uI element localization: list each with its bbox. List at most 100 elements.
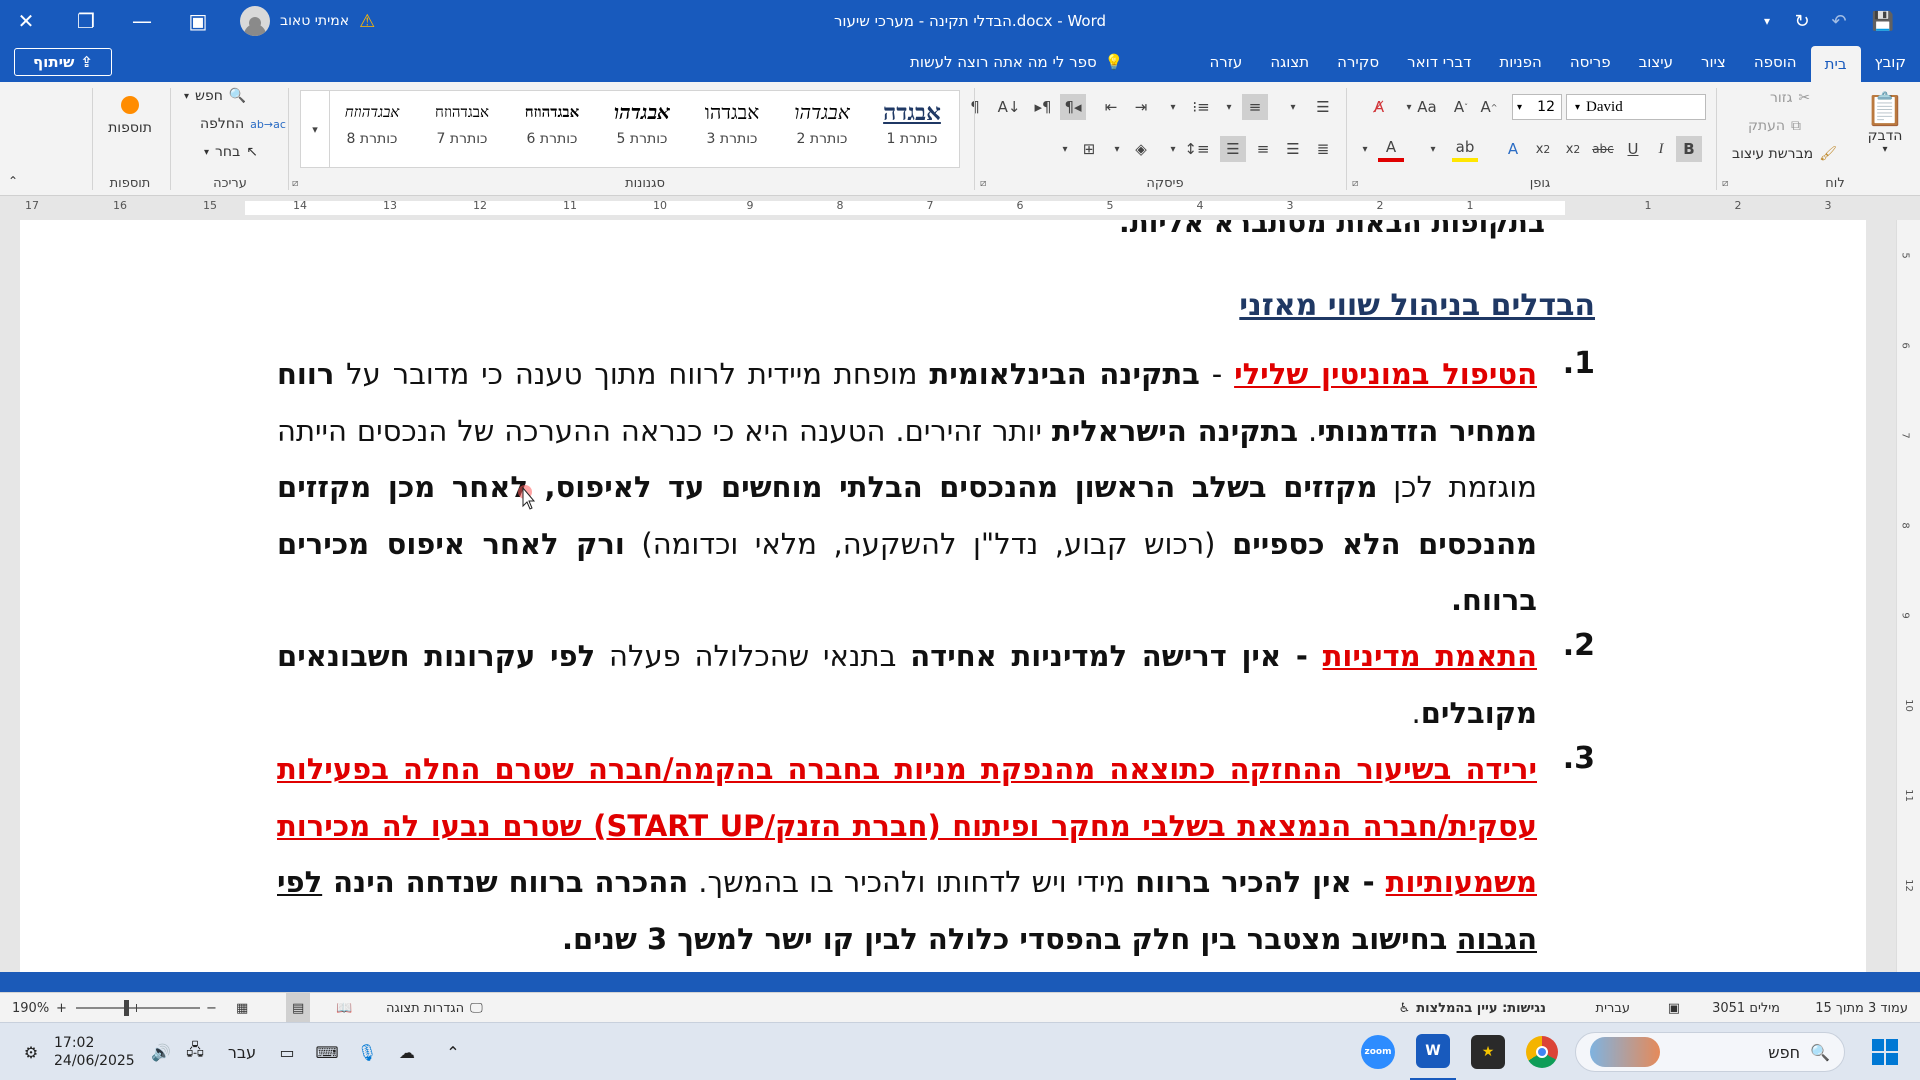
restore-icon[interactable]: ❐	[60, 0, 112, 42]
chevron-down-icon[interactable]: ▾	[1216, 94, 1242, 120]
borders-icon[interactable]: ⊞	[1076, 136, 1102, 162]
save-icon[interactable]: 💾	[1866, 0, 1900, 42]
align-justify-icon[interactable]: ≣	[1310, 136, 1336, 162]
minimize-icon[interactable]: —	[116, 0, 168, 42]
tab-view[interactable]: תצוגה	[1256, 42, 1323, 82]
numbering-icon[interactable]: ≡	[1242, 94, 1268, 120]
media-app-icon[interactable]: ★	[1466, 1023, 1510, 1080]
strikethrough-icon[interactable]: abc	[1590, 136, 1616, 162]
style-heading-2[interactable]: אבגדהו כותרת 2	[779, 95, 865, 163]
format-painter-button[interactable]: מברשת עיצוב 🖌	[1732, 146, 1837, 162]
chevron-down-icon[interactable]: ▾	[1280, 94, 1306, 120]
select-button[interactable]: ▾ בחר ↖	[204, 144, 258, 160]
touch-keyboard-icon[interactable]: ▭	[272, 1023, 302, 1080]
style-heading-1[interactable]: אבגדה כותרת 1	[869, 95, 955, 163]
font-color-icon[interactable]: A	[1378, 136, 1404, 162]
replace-button[interactable]: החלפה ab→ac	[200, 116, 286, 132]
clipboard-dialog-launcher-icon[interactable]: ⧄	[1722, 178, 1728, 189]
copy-button[interactable]: העתק ⧉	[1748, 118, 1801, 134]
chevron-down-icon[interactable]: ▾	[1420, 136, 1446, 162]
increase-indent-icon[interactable]: ⇥	[1128, 94, 1154, 120]
zoom-slider-thumb[interactable]	[124, 1000, 129, 1016]
bullets-icon[interactable]: ⁝≡	[1188, 94, 1214, 120]
align-center-icon[interactable]: ≡	[1250, 136, 1276, 162]
document-page[interactable]: בתקופות הבאות מסתברא אליות. הבדלים בניהו…	[20, 220, 1866, 972]
font-name-box[interactable]: ▾ David	[1566, 94, 1706, 120]
addins-button[interactable]: תוספות	[100, 96, 160, 136]
collapse-ribbon-icon[interactable]: ⌃	[8, 174, 18, 188]
ribbon-display-options-icon[interactable]: ▣	[172, 0, 224, 42]
chevron-down-icon[interactable]: ▾	[1052, 136, 1078, 162]
paragraph-dialog-launcher-icon[interactable]: ⧄	[980, 178, 986, 189]
subscript-icon[interactable]: x2	[1560, 136, 1586, 162]
right-to-left-icon[interactable]: ¶◂	[1060, 94, 1086, 120]
customize-quick-access-icon[interactable]: ▾	[1750, 0, 1784, 42]
style-heading-3[interactable]: אבגדהו כותרת 3	[689, 95, 775, 163]
paste-button[interactable]: 📋 הדבק ▾	[1860, 90, 1910, 155]
undo-icon[interactable]: ↶	[1822, 0, 1856, 42]
tab-layout[interactable]: פריסה	[1556, 42, 1625, 82]
align-left-icon[interactable]: ☰	[1280, 136, 1306, 162]
styles-more-icon[interactable]: ▾	[300, 90, 330, 168]
read-mode-icon[interactable]: 📖	[336, 993, 352, 1023]
close-icon[interactable]: ✕	[0, 0, 52, 42]
warning-icon[interactable]: ⚠	[359, 11, 375, 32]
tab-file[interactable]: קובץ	[1861, 42, 1920, 82]
style-heading-8[interactable]: אבגדהוזח כותרת 8	[329, 95, 415, 163]
chevron-down-icon[interactable]: ▾	[1104, 136, 1130, 162]
tab-insert[interactable]: הוספה	[1740, 42, 1811, 82]
zoom-in-icon[interactable]: +	[56, 993, 67, 1023]
volume-icon[interactable]: 🔊	[146, 1023, 176, 1080]
shading-icon[interactable]: ◈	[1128, 136, 1154, 162]
horizontal-ruler[interactable]: 3 2 1 1 2 3 4 5 6 7 8 9 10 11 12 13 14 1…	[0, 196, 1920, 220]
proofing-icon[interactable]: ▣	[1668, 993, 1680, 1023]
line-spacing-icon[interactable]: ↕≡	[1184, 136, 1210, 162]
left-to-right-icon[interactable]: ▸¶	[1030, 94, 1056, 120]
shrink-font-icon[interactable]: Aˇ	[1448, 94, 1474, 120]
tab-help[interactable]: עזרה	[1195, 42, 1256, 82]
vertical-ruler[interactable]: 5 6 7 8 9 10 11 12	[1896, 220, 1920, 972]
multilevel-list-icon[interactable]: ☰	[1310, 94, 1336, 120]
tab-review[interactable]: סקירה	[1323, 42, 1393, 82]
tab-references[interactable]: הפניות	[1485, 42, 1555, 82]
avatar[interactable]	[240, 6, 270, 36]
chrome-icon[interactable]	[1520, 1023, 1564, 1080]
style-heading-7[interactable]: אבגדהוזח כותרת 7	[419, 95, 505, 163]
sort-icon[interactable]: A↓	[996, 94, 1022, 120]
chevron-down-icon[interactable]: ▾	[1160, 136, 1186, 162]
share-button[interactable]: שיתוף ⇪	[14, 48, 112, 76]
language-indicator[interactable]: עברית	[1596, 993, 1630, 1023]
zoom-app-icon[interactable]: zoom	[1356, 1023, 1400, 1080]
accessibility-status[interactable]: ♿ נגישות: עיין בהמלצות	[1399, 993, 1546, 1023]
taskbar-search[interactable]: 🔍 חפש	[1570, 1023, 1850, 1080]
chevron-down-icon[interactable]: ▾	[1396, 94, 1422, 120]
align-right-icon[interactable]: ☰	[1220, 136, 1246, 162]
display-settings-button[interactable]: הגדרות תצוגה 🖵	[386, 993, 483, 1023]
chevron-down-icon[interactable]: ▾	[1160, 94, 1186, 120]
superscript-icon[interactable]: x2	[1530, 136, 1556, 162]
zoom-slider[interactable]	[76, 993, 200, 1023]
tab-draw[interactable]: ציור	[1687, 42, 1740, 82]
cut-button[interactable]: גזור ✂	[1770, 90, 1810, 106]
clear-formatting-icon[interactable]: A̸	[1366, 94, 1392, 120]
clock[interactable]: 17:02 24/06/2025	[54, 1023, 135, 1080]
highlight-icon[interactable]: ab	[1452, 136, 1478, 162]
keyboard-icon[interactable]: ⌨	[312, 1023, 342, 1080]
bold-icon[interactable]: B	[1676, 136, 1702, 162]
font-dialog-launcher-icon[interactable]: ⧄	[1352, 178, 1358, 189]
web-layout-icon[interactable]: ▦	[236, 993, 248, 1023]
page-count[interactable]: עמוד 3 מתוך 15	[1815, 993, 1908, 1023]
underline-icon[interactable]: U	[1620, 136, 1646, 162]
zoom-level[interactable]: 190%	[12, 993, 49, 1023]
word-count[interactable]: 3051 מילים	[1712, 993, 1780, 1023]
tab-design[interactable]: עיצוב	[1625, 42, 1687, 82]
show-formatting-icon[interactable]: ¶	[962, 94, 988, 120]
style-heading-5[interactable]: אבגדהו כותרת 5	[599, 95, 685, 163]
chevron-down-icon[interactable]: ▾	[1352, 136, 1378, 162]
microphone-icon[interactable]: 🎙	[352, 1023, 382, 1080]
network-icon[interactable]: 🖧	[180, 1023, 210, 1080]
find-button[interactable]: ▾ חפש 🔍	[184, 88, 246, 104]
tab-home[interactable]: בית	[1810, 46, 1861, 82]
chevron-up-icon[interactable]: ⌃	[438, 1023, 468, 1080]
italic-icon[interactable]: I	[1648, 136, 1674, 162]
